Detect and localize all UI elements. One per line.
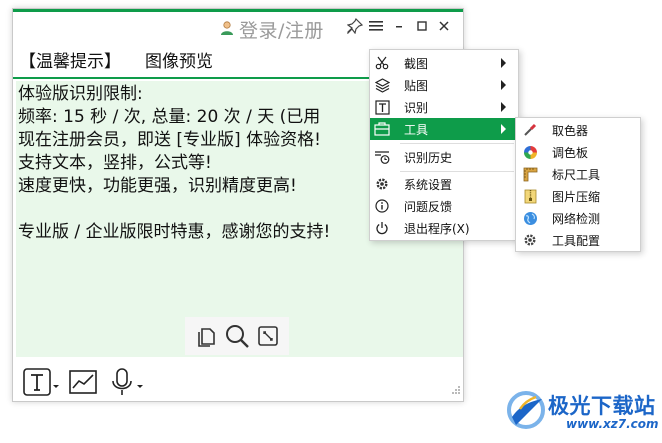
- history-icon: [374, 149, 390, 165]
- search-icon[interactable]: [224, 323, 250, 349]
- chevron-down-icon[interactable]: [52, 375, 60, 394]
- chevron-right-icon: [501, 102, 506, 112]
- text-mode-button[interactable]: [22, 367, 60, 401]
- menu-item-exit[interactable]: 退出程序(X): [370, 217, 518, 239]
- menu-item-feedback[interactable]: 问题反馈: [370, 195, 518, 217]
- text-line: 专业版 / 企业版限时特惠，感谢您的支持!: [18, 222, 331, 242]
- text-mode-icon: [22, 367, 52, 401]
- bottom-toolbar: [16, 359, 463, 401]
- menu-divider: [400, 143, 514, 144]
- color-picker-icon: [522, 122, 538, 138]
- floating-toolbar: [185, 317, 289, 355]
- watermark-logo: 极光下载站 www.xz7.com: [506, 385, 659, 437]
- menu-item-pin-image[interactable]: 贴图: [370, 74, 518, 96]
- text-recognize-icon: [374, 99, 390, 115]
- watermark-url: www.xz7.com: [566, 417, 659, 431]
- submenu-item-color-picker[interactable]: 取色器: [516, 119, 640, 141]
- scissors-icon: [374, 55, 390, 71]
- menu-item-history[interactable]: 识别历史: [370, 146, 518, 168]
- pin-icon[interactable]: [346, 17, 364, 35]
- voice-input-button[interactable]: [108, 367, 144, 401]
- chevron-right-icon: [501, 80, 506, 90]
- palette-icon: [522, 144, 538, 160]
- minimize-icon[interactable]: [390, 17, 408, 35]
- gear-icon: [522, 232, 538, 248]
- tab-tips[interactable]: 【温馨提示】: [19, 47, 121, 72]
- tab-image-preview[interactable]: 图像预览: [145, 47, 213, 72]
- info-icon: [374, 198, 390, 214]
- chart-icon: [68, 367, 98, 401]
- submenu-item-image-compress[interactable]: 图片压缩: [516, 185, 640, 207]
- hamburger-menu-icon[interactable]: [367, 17, 385, 35]
- logo-icon: [506, 387, 546, 437]
- microphone-icon: [108, 367, 136, 401]
- submenu-item-palette[interactable]: 调色板: [516, 141, 640, 163]
- chevron-right-icon: [501, 58, 506, 68]
- menu-item-screenshot[interactable]: 截图: [370, 52, 518, 74]
- zip-icon: [522, 188, 538, 204]
- layers-icon: [374, 77, 390, 93]
- maximize-icon[interactable]: [413, 17, 431, 35]
- menu-item-tools[interactable]: 工具: [370, 118, 518, 140]
- login-register-button[interactable]: 登录/注册: [219, 16, 324, 43]
- menu-divider: [400, 171, 514, 172]
- login-register-label: 登录/注册: [239, 20, 324, 42]
- text-line: 速度更快，功能更强，识别精度更高!: [18, 176, 297, 196]
- chevron-right-icon: [501, 124, 506, 134]
- context-menu: 截图 贴图 识别 工具 识别历史 系统设置 问题反馈 退出程序(X): [369, 49, 519, 241]
- title-bar: 登录/注册: [13, 12, 463, 42]
- text-line: 支持文本，竖排，公式等!: [18, 153, 212, 173]
- text-line: 频率: 15 秒 / 次, 总量: 20 次 / 天 (已用: [18, 107, 321, 127]
- chart-button[interactable]: [68, 367, 98, 401]
- user-icon: [219, 20, 235, 40]
- submenu-item-ruler[interactable]: 标尺工具: [516, 163, 640, 185]
- menu-item-recognize[interactable]: 识别: [370, 96, 518, 118]
- gear-icon: [374, 176, 390, 192]
- text-line: 现在注册会员，即送 [专业版] 体验资格!: [18, 130, 321, 150]
- copy-icon[interactable]: [195, 325, 217, 347]
- power-icon: [374, 220, 390, 236]
- submenu-item-tool-config[interactable]: 工具配置: [516, 229, 640, 251]
- tools-submenu: 取色器 调色板 标尺工具 图片压缩 网络检测 工具配置: [515, 117, 641, 252]
- text-line: 体验版识别限制:: [18, 84, 143, 104]
- ruler-icon: [522, 166, 538, 182]
- close-icon[interactable]: [435, 17, 453, 35]
- resize-grip-icon[interactable]: [451, 380, 461, 399]
- toolbox-icon: [374, 121, 390, 137]
- chevron-down-icon[interactable]: [136, 375, 144, 394]
- menu-item-settings[interactable]: 系统设置: [370, 173, 518, 195]
- submenu-item-network-check[interactable]: 网络检测: [516, 207, 640, 229]
- fit-screen-icon[interactable]: [257, 325, 279, 347]
- watermark-title: 极光下载站: [548, 394, 656, 418]
- globe-icon: [522, 210, 538, 226]
